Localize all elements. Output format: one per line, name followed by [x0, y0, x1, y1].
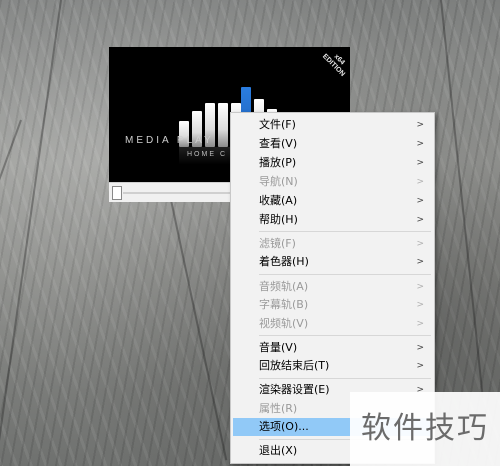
menu-item-audio-track: 音频轨(A) > — [233, 278, 432, 296]
menu-item-subtitle-track: 字幕轨(B) > — [233, 296, 432, 314]
logo-text: MEDIA PLAY — [125, 135, 214, 146]
submenu-arrow-icon: > — [416, 177, 424, 187]
menu-item-volume[interactable]: 音量(V) > — [233, 339, 432, 357]
logo-subtext: HOME C — [187, 151, 227, 158]
menu-item-label: 着色器(H) — [259, 255, 309, 268]
submenu-arrow-icon: > — [416, 300, 424, 310]
submenu-arrow-icon: > — [416, 215, 424, 225]
menu-item-label: 查看(V) — [259, 137, 298, 150]
menu-item-label: 选项(O)... — [259, 420, 309, 433]
menu-separator — [259, 274, 431, 275]
submenu-arrow-icon: > — [416, 158, 424, 168]
menu-item-label: 属性(R) — [259, 402, 298, 415]
menu-item-view[interactable]: 查看(V) > — [233, 135, 432, 153]
menu-item-label: 退出(X) — [259, 444, 298, 457]
submenu-arrow-icon: > — [416, 139, 424, 149]
submenu-arrow-icon: > — [416, 196, 424, 206]
menu-item-video-track: 视频轨(V) > — [233, 315, 432, 333]
menu-separator — [259, 335, 431, 336]
submenu-arrow-icon: > — [416, 257, 424, 267]
menu-separator — [259, 231, 431, 232]
menu-item-label: 导航(N) — [259, 175, 298, 188]
rock-crack — [170, 199, 228, 461]
menu-item-navigate: 导航(N) > — [233, 173, 432, 191]
menu-item-label: 收藏(A) — [259, 194, 298, 207]
submenu-arrow-icon: > — [416, 239, 424, 249]
menu-item-label: 回放结束后(T) — [259, 359, 330, 372]
menu-item-label: 滤镜(F) — [259, 237, 296, 250]
submenu-arrow-icon: > — [416, 120, 424, 130]
menu-item-label: 字幕轨(B) — [259, 298, 309, 311]
menu-item-file[interactable]: 文件(F) > — [233, 116, 432, 134]
seek-handle[interactable] — [112, 186, 122, 200]
rock-crack — [440, 0, 484, 398]
menu-item-label: 播放(P) — [259, 156, 297, 169]
submenu-arrow-icon: > — [416, 319, 424, 329]
watermark: 软件技巧 — [350, 392, 500, 466]
menu-item-label: 帮助(H) — [259, 213, 298, 226]
submenu-arrow-icon: > — [416, 282, 424, 292]
menu-item-label: 渲染器设置(E) — [259, 383, 330, 396]
submenu-arrow-icon: > — [416, 343, 424, 353]
menu-item-label: 音量(V) — [259, 341, 298, 354]
submenu-arrow-icon: > — [416, 361, 424, 371]
edition-ribbon: x64 EDITION — [316, 47, 350, 83]
menu-separator — [259, 378, 431, 379]
menu-item-after-playback[interactable]: 回放结束后(T) > — [233, 357, 432, 375]
logo-bar — [218, 103, 228, 147]
menu-item-play[interactable]: 播放(P) > — [233, 154, 432, 172]
menu-item-label: 视频轨(V) — [259, 317, 309, 330]
menu-item-filters: 滤镜(F) > — [233, 235, 432, 253]
menu-item-shaders[interactable]: 着色器(H) > — [233, 253, 432, 271]
menu-item-help[interactable]: 帮助(H) > — [233, 211, 432, 229]
menu-item-label: 文件(F) — [259, 118, 296, 131]
menu-item-favorites[interactable]: 收藏(A) > — [233, 192, 432, 210]
menu-item-label: 音频轨(A) — [259, 280, 309, 293]
rock-crack — [0, 0, 62, 462]
